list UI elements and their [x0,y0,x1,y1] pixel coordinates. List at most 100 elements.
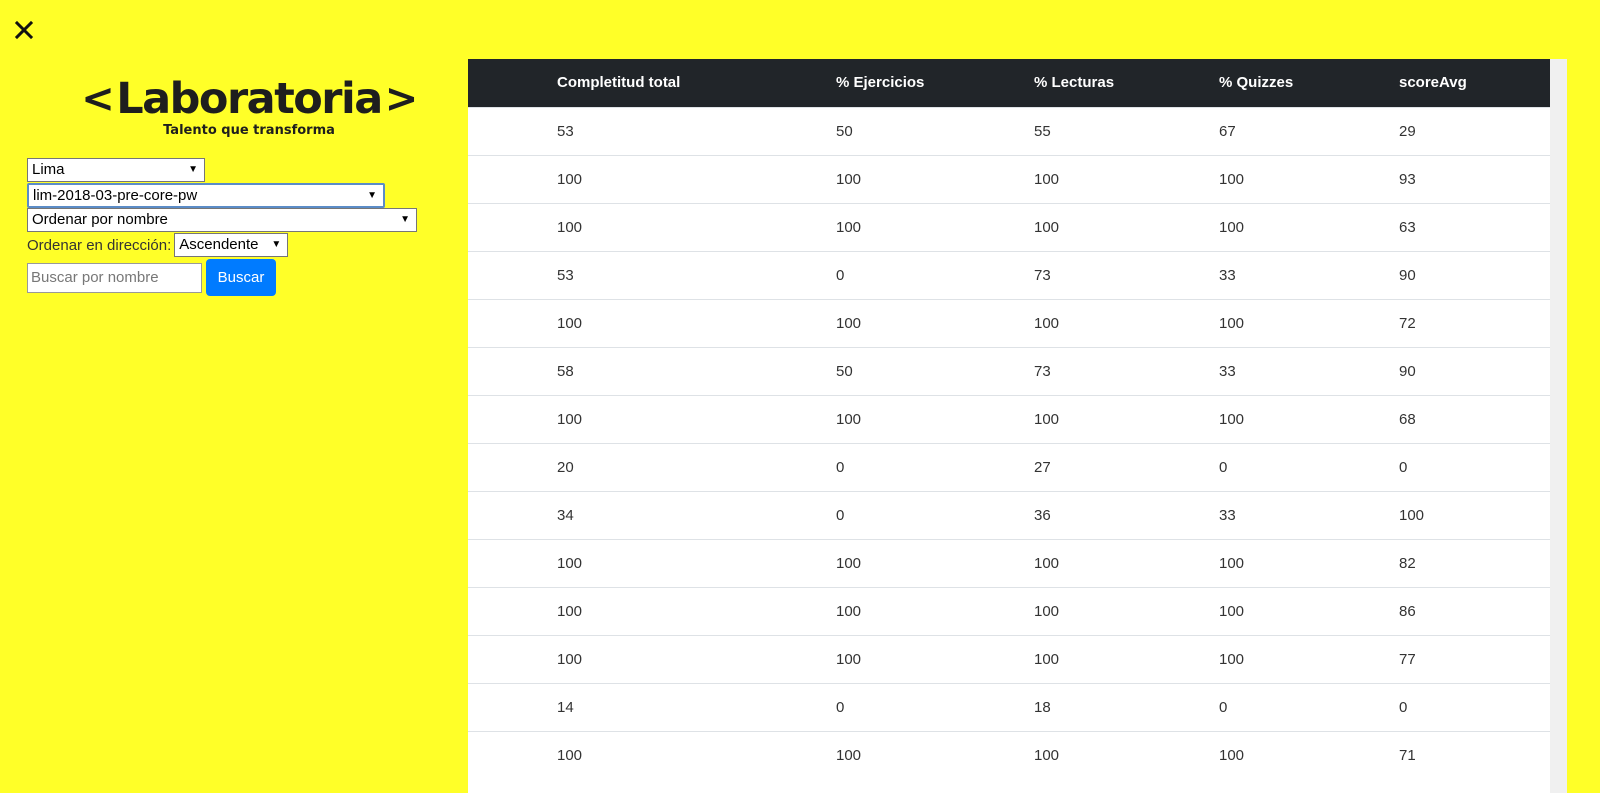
cell-quizzes: 33 [1219,490,1399,539]
cell-score-avg: 71 [1399,730,1550,779]
cell-quizzes: 33 [1219,250,1399,299]
table-row[interactable]: 53 0 73 33 90 [468,250,1550,299]
cell-completitud-total: 14 [468,682,836,731]
cell-lecturas: 27 [1034,442,1219,491]
cell-ejercicios: 100 [836,298,1034,347]
table-row[interactable]: 100 100 100 100 77 [468,634,1550,683]
chevron-down-icon: ▼ [188,164,198,175]
cell-ejercicios: 100 [836,394,1034,443]
cell-lecturas: 100 [1034,586,1219,635]
cohort-select[interactable]: lim-2018-03-pre-core-pw ▼ [27,183,385,208]
cell-lecturas: 55 [1034,106,1219,155]
cell-lecturas: 100 [1034,538,1219,587]
direction-select-value: Ascendente [179,236,259,253]
order-by-select[interactable]: Ordenar por nombre ▼ [27,208,417,232]
table-row[interactable]: 58 50 73 33 90 [468,346,1550,395]
header-score-avg[interactable]: scoreAvg [1399,59,1550,107]
order-by-select-value: Ordenar por nombre [32,211,168,228]
region-select[interactable]: Lima ▼ [27,158,205,182]
cell-completitud-total: 100 [468,202,836,251]
chevron-down-icon: ▼ [367,190,377,201]
cell-score-avg: 0 [1399,682,1550,731]
table-row[interactable]: 34 0 36 33 100 [468,490,1550,539]
cell-quizzes: 100 [1219,202,1399,251]
cell-ejercicios: 50 [836,346,1034,395]
direction-row: Ordenar en dirección: Ascendente ▼ [27,233,417,257]
cell-ejercicios: 100 [836,634,1034,683]
logo-chevron-left: < [81,76,115,122]
cell-score-avg: 82 [1399,538,1550,587]
search-input[interactable] [27,262,202,293]
cell-quizzes: 100 [1219,730,1399,779]
logo: < Laboratoria > Talento que transforma [81,74,418,138]
cell-quizzes: 0 [1219,682,1399,731]
cell-score-avg: 90 [1399,346,1550,395]
cell-completitud-total: 100 [468,298,836,347]
sidebar: < Laboratoria > Talento que transforma L… [0,59,468,793]
table-row[interactable]: 100 100 100 100 68 [468,394,1550,443]
table-row[interactable]: 100 100 100 100 72 [468,298,1550,347]
table-row[interactable]: 100 100 100 100 71 [468,730,1550,779]
cell-lecturas: 100 [1034,202,1219,251]
header-ejercicios[interactable]: % Ejercicios [836,59,1034,107]
cell-ejercicios: 100 [836,586,1034,635]
cell-score-avg: 100 [1399,490,1550,539]
cell-score-avg: 90 [1399,250,1550,299]
cell-completitud-total: 53 [468,106,836,155]
cell-completitud-total: 20 [468,442,836,491]
cell-quizzes: 100 [1219,538,1399,587]
cell-score-avg: 0 [1399,442,1550,491]
cell-completitud-total: 100 [468,634,836,683]
header-quizzes[interactable]: % Quizzes [1219,59,1399,107]
cell-score-avg: 93 [1399,154,1550,203]
region-select-value: Lima [32,161,65,178]
table-row[interactable]: 100 100 100 100 86 [468,586,1550,635]
header-completitud-total[interactable]: Completitud total [468,59,836,107]
chevron-down-icon: ▼ [271,239,282,250]
cell-completitud-total: 34 [468,490,836,539]
cell-lecturas: 100 [1034,154,1219,203]
table-row[interactable]: 100 100 100 100 93 [468,154,1550,203]
cell-completitud-total: 53 [468,250,836,299]
cell-lecturas: 100 [1034,394,1219,443]
cell-lecturas: 36 [1034,490,1219,539]
cell-completitud-total: 58 [468,346,836,395]
chevron-down-icon: ▼ [400,214,410,225]
cell-ejercicios: 100 [836,154,1034,203]
table-row[interactable]: 20 0 27 0 0 [468,442,1550,491]
direction-select[interactable]: Ascendente ▼ [174,233,289,257]
table-row[interactable]: 100 100 100 100 63 [468,202,1550,251]
cell-completitud-total: 100 [468,154,836,203]
cell-ejercicios: 100 [836,202,1034,251]
cell-lecturas: 73 [1034,346,1219,395]
cell-score-avg: 72 [1399,298,1550,347]
close-icon[interactable] [12,18,36,42]
scrollbar[interactable] [1550,59,1567,793]
table-row[interactable]: 53 50 55 67 29 [468,106,1550,155]
table-row[interactable]: 100 100 100 100 82 [468,538,1550,587]
cell-completitud-total: 100 [468,586,836,635]
cell-ejercicios: 0 [836,490,1034,539]
cell-quizzes: 100 [1219,634,1399,683]
cell-lecturas: 100 [1034,634,1219,683]
cell-completitud-total: 100 [468,730,836,779]
students-table-container: Completitud total % Ejercicios % Lectura… [468,59,1550,793]
cell-quizzes: 100 [1219,298,1399,347]
header-lecturas[interactable]: % Lecturas [1034,59,1219,107]
direction-label: Ordenar en dirección: [27,236,172,254]
cell-ejercicios: 0 [836,442,1034,491]
cell-quizzes: 100 [1219,586,1399,635]
logo-chevron-right: > [384,76,419,122]
cell-quizzes: 100 [1219,154,1399,203]
search-row: Buscar [27,259,417,296]
cell-ejercicios: 0 [836,250,1034,299]
search-button[interactable]: Buscar [206,259,276,296]
table-row[interactable]: 14 0 18 0 0 [468,682,1550,731]
cell-lecturas: 18 [1034,682,1219,731]
cell-ejercicios: 100 [836,730,1034,779]
cell-ejercicios: 50 [836,106,1034,155]
logo-text: Laboratoria [116,74,383,124]
cell-completitud-total: 100 [468,538,836,587]
logo-tagline: Talento que transforma [163,123,335,138]
cell-score-avg: 63 [1399,202,1550,251]
